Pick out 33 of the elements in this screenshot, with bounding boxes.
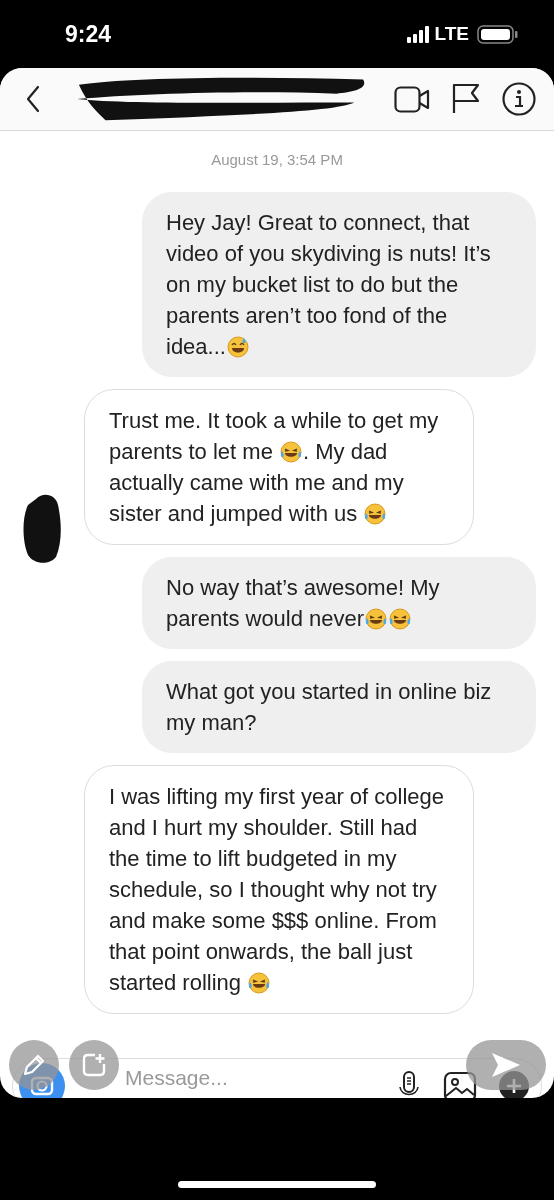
laughing-emoji-icon xyxy=(364,503,387,525)
back-button[interactable] xyxy=(26,85,40,113)
pencil-icon xyxy=(21,1052,47,1078)
flag-button[interactable] xyxy=(452,83,480,115)
battery-icon xyxy=(477,24,518,44)
message-timestamp: August 19, 3:54 PM xyxy=(211,151,343,168)
message-text: What got you started in online biz my man? xyxy=(166,678,493,737)
sweat-smile-emoji-icon xyxy=(226,336,249,358)
laughing-emoji-icon xyxy=(389,608,412,630)
message-input[interactable]: Message... xyxy=(125,1065,237,1091)
video-camera-button[interactable] xyxy=(394,85,430,113)
microphone-icon xyxy=(397,1071,421,1098)
flag-icon xyxy=(452,83,480,115)
info-icon xyxy=(502,82,536,116)
signal-icon xyxy=(406,25,429,43)
send-icon xyxy=(490,1051,522,1079)
back-icon xyxy=(26,85,40,113)
network-label: LTE xyxy=(434,23,469,45)
clock-time: 9:24 xyxy=(65,20,112,48)
laughing-emoji-icon xyxy=(280,441,302,463)
send-button[interactable] xyxy=(466,1040,546,1090)
laughing-emoji-icon xyxy=(248,972,271,994)
message-text: Trust me. It took a while to get my parents to let me . My dad actually came with me and my sister and jumped with us xyxy=(109,407,440,528)
add-square-icon xyxy=(81,1052,107,1078)
message-text: Hey Jay! Great to connect, that video of you skydiving is nuts! It’s on my bucket list to do but the parents aren’t too fond of the idea... xyxy=(166,209,492,361)
video-camera-icon xyxy=(394,85,430,113)
laughing-emoji-icon xyxy=(365,608,388,630)
edit-button[interactable] xyxy=(9,1040,59,1090)
info-button[interactable] xyxy=(502,82,536,116)
redaction-mark xyxy=(22,493,62,565)
message-text: I was lifting my first year of college and I hurt my shoulder. Still had the time to lift budgeted in my schedule, so I thought why not try and make some $$$ online. From that point onwards, the ball just started rolling xyxy=(109,783,445,997)
image-icon xyxy=(443,1071,477,1098)
message-text: No way that’s awesome! My parents would never xyxy=(166,574,441,633)
